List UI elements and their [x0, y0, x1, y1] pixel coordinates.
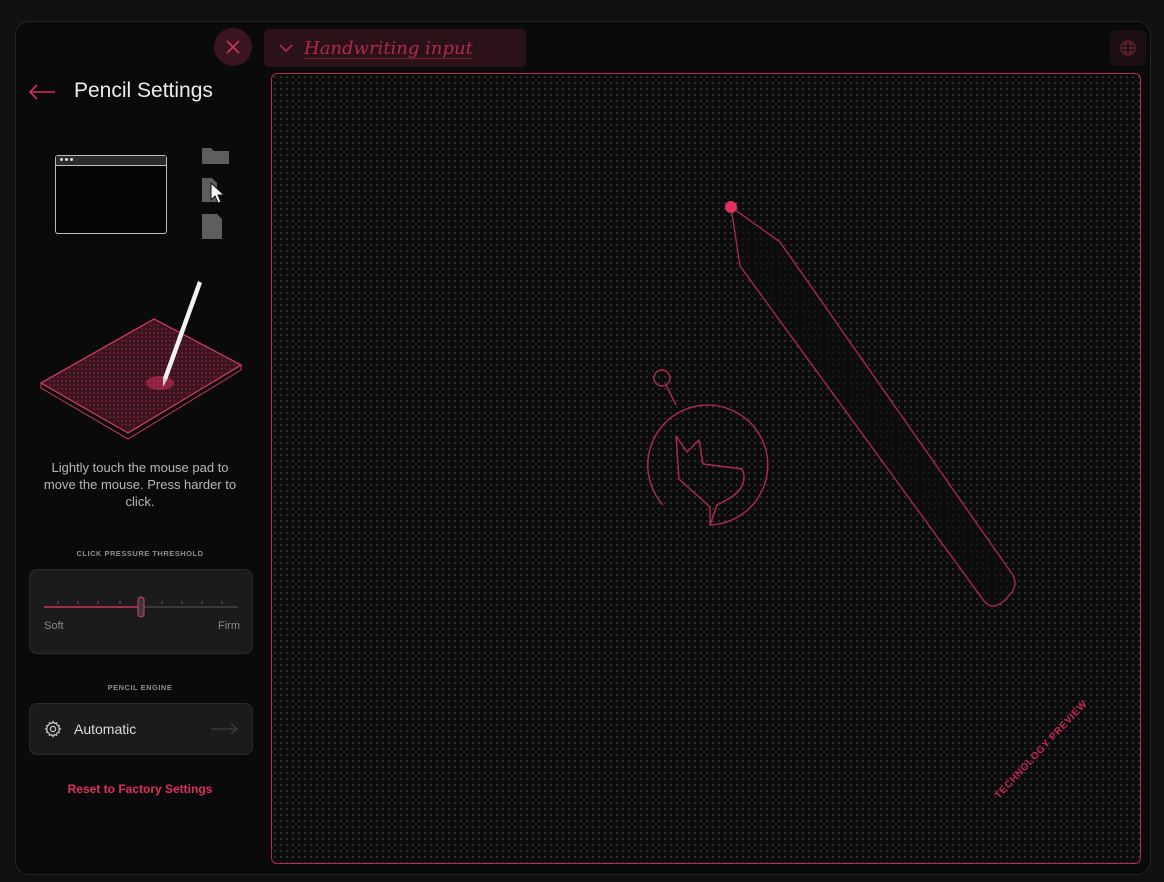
handwriting-placeholder: Handwriting input — [304, 37, 473, 59]
close-icon — [226, 40, 240, 54]
file-icons-illustration — [202, 142, 232, 242]
back-button[interactable] — [27, 81, 57, 103]
pressure-slider-card: Soft Firm — [29, 569, 253, 654]
pencil-engine-selector[interactable]: Automatic — [29, 703, 253, 755]
handwriting-input[interactable]: Handwriting input — [264, 29, 526, 67]
page-title: Pencil Settings — [74, 79, 213, 102]
gear-icon — [44, 720, 62, 738]
arrow-left-icon — [28, 84, 55, 100]
chevron-down-icon — [279, 44, 293, 53]
drawing-canvas[interactable]: TECHNOLOGY PREVIEW — [271, 73, 1141, 864]
window-illustration — [55, 155, 167, 234]
slider-min-label: Soft — [44, 620, 64, 632]
engine-section-label: PENCIL ENGINE — [107, 683, 173, 692]
document-icon — [202, 214, 222, 239]
pencil-on-pad-illustration — [36, 275, 246, 440]
pressure-section-label: CLICK PRESSURE THRESHOLD — [76, 549, 204, 558]
engine-value: Automatic — [74, 721, 137, 737]
help-text: Lightly touch the mouse pad to move the … — [43, 460, 237, 509]
slider-max-label: Firm — [218, 620, 240, 632]
pencil-outline — [725, 201, 1016, 607]
app-logo-icon — [647, 369, 769, 526]
close-button[interactable] — [214, 28, 252, 66]
arrow-right-icon — [211, 723, 239, 735]
globe-button[interactable] — [1110, 30, 1146, 66]
slider-thumb — [137, 596, 145, 618]
app-window: Handwriting input Pencil Settings Lightl… — [15, 21, 1151, 875]
reset-factory-settings-link[interactable]: Reset to Factory Settings — [20, 782, 260, 796]
pressure-slider[interactable] — [42, 588, 242, 618]
folder-icon — [202, 148, 229, 164]
globe-icon — [1120, 40, 1136, 56]
